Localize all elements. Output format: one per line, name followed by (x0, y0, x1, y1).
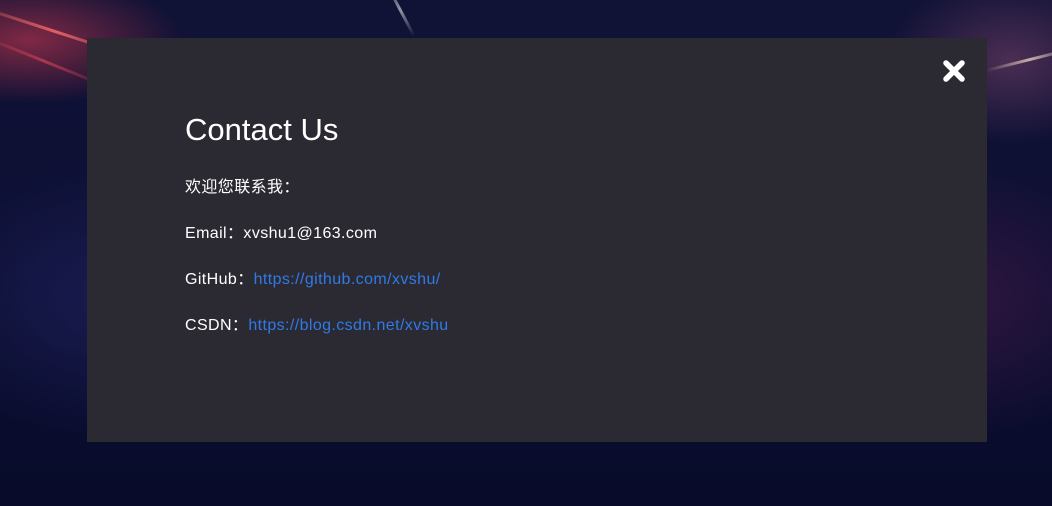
email-value: xvshu1@163.com (243, 225, 378, 242)
github-link[interactable]: https://github.com/xvshu/ (254, 271, 441, 288)
email-label: Email： (185, 225, 244, 242)
close-icon (943, 60, 965, 82)
background-light-streak (985, 47, 1052, 72)
email-row: Email：xvshu1@163.com (185, 224, 449, 244)
contact-content: Contact Us 欢迎您联系我： Email：xvshu1@163.com … (185, 110, 449, 362)
modal-title: Contact Us (185, 112, 339, 147)
github-row: GitHub：https://github.com/xvshu/ (185, 270, 449, 290)
csdn-row: CSDN：https://blog.csdn.net/xvshu (185, 316, 449, 336)
csdn-link[interactable]: https://blog.csdn.net/xvshu (248, 317, 448, 334)
close-button[interactable] (941, 58, 967, 84)
intro-text: 欢迎您联系我： (185, 179, 300, 196)
github-label: GitHub： (185, 271, 254, 288)
contact-modal: Contact Us 欢迎您联系我： Email：xvshu1@163.com … (87, 38, 987, 442)
csdn-label: CSDN： (185, 317, 249, 334)
background-light-streak (384, 0, 416, 37)
